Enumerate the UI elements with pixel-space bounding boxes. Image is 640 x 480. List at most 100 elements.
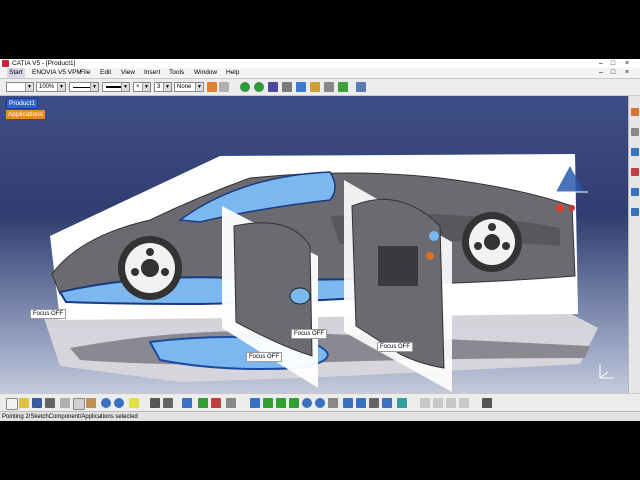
layer-none-combo[interactable]: None ▼	[174, 82, 204, 92]
menu-insert[interactable]: Insert	[144, 68, 160, 78]
status-message: Pointing 2/SketchComponent/Applications …	[2, 414, 138, 420]
standard-toolbar	[0, 393, 640, 412]
knowledge-icon[interactable]	[356, 82, 366, 92]
chevron-down-icon[interactable]: ▼	[25, 83, 33, 91]
snap-icon[interactable]	[268, 82, 278, 92]
menu-enovia[interactable]: ENOVIA V5 VPM	[32, 68, 82, 78]
existing-component-icon[interactable]	[226, 398, 236, 408]
paste-icon[interactable]	[86, 398, 96, 408]
menu-view[interactable]: View	[121, 68, 135, 78]
measure-icon[interactable]	[282, 82, 292, 92]
product-icon[interactable]	[182, 398, 192, 408]
copy-icon[interactable]	[73, 398, 85, 410]
comment-icon[interactable]	[163, 398, 173, 408]
scene-icon[interactable]	[631, 208, 639, 216]
line-weight-value: 3	[157, 84, 161, 90]
move-icon[interactable]	[254, 82, 264, 92]
menu-help[interactable]: Help	[226, 68, 239, 78]
menu-bar: Start ENOVIA V5 VPM File Edit View Inser…	[0, 68, 640, 79]
point-combo[interactable]: × ▼	[133, 82, 151, 92]
sketcher-icon[interactable]	[631, 128, 639, 136]
swap-space-icon[interactable]	[382, 398, 392, 408]
line-sample	[73, 87, 91, 88]
close-button[interactable]: ×	[622, 59, 632, 68]
constraint-tool-icon[interactable]	[631, 168, 639, 176]
front-wheel	[462, 212, 522, 272]
pan-icon[interactable]	[240, 82, 250, 92]
rotate-icon[interactable]	[289, 398, 299, 408]
format-painter-icon[interactable]	[207, 82, 217, 92]
formula-icon[interactable]	[150, 398, 160, 408]
menu-edit[interactable]: Edit	[100, 68, 111, 78]
iso-view-icon[interactable]	[343, 398, 353, 408]
menu-file[interactable]: File	[80, 68, 90, 78]
chevron-down-icon[interactable]: ▼	[121, 83, 129, 91]
tree-root-product1[interactable]: Product1	[6, 98, 39, 109]
save-icon[interactable]	[32, 398, 42, 408]
doc-minimize-button[interactable]: –	[596, 68, 606, 78]
thickness-combo[interactable]: ▼	[102, 82, 130, 92]
chevron-down-icon[interactable]: ▼	[57, 83, 65, 91]
window-title: CATIA V5 - [Product1]	[12, 60, 76, 67]
focus-label: Focus OFF	[377, 342, 414, 352]
layer-combo[interactable]: ▼	[6, 82, 34, 92]
whats-this-icon[interactable]	[129, 398, 139, 408]
tree-node-applications[interactable]: Applications	[6, 110, 46, 119]
print-icon[interactable]	[45, 398, 55, 408]
doc-restore-button[interactable]: □	[608, 68, 618, 78]
fly-mode-icon[interactable]	[250, 398, 260, 408]
component-icon[interactable]	[198, 398, 208, 408]
linetype-combo[interactable]: ▼	[69, 82, 99, 92]
chevron-down-icon[interactable]: ▼	[90, 83, 98, 91]
car-sketch-planes	[44, 154, 614, 392]
analysis-icon[interactable]	[296, 82, 306, 92]
part-icon[interactable]	[211, 398, 221, 408]
workbench-icon[interactable]	[631, 108, 639, 116]
update-icon[interactable]	[338, 82, 348, 92]
explode-icon[interactable]	[631, 188, 639, 196]
constraint-icon[interactable]	[324, 82, 334, 92]
normal-view-icon[interactable]	[328, 398, 338, 408]
front-indicator	[426, 252, 434, 260]
zoom-combo[interactable]: 100% ▼	[36, 82, 66, 92]
assembly-icon[interactable]	[631, 148, 639, 156]
disabled-tool-icon	[446, 398, 456, 408]
catia-logo-icon	[2, 60, 9, 67]
properties-icon[interactable]	[219, 82, 229, 92]
pan-view-icon[interactable]	[276, 398, 286, 408]
maximize-button[interactable]: □	[608, 59, 618, 68]
chevron-down-icon[interactable]: ▼	[142, 83, 150, 91]
redo-icon[interactable]	[114, 398, 124, 408]
axis-triad-icon	[599, 364, 614, 379]
chevron-down-icon[interactable]: ▼	[163, 83, 171, 91]
zoom-in-icon[interactable]	[302, 398, 312, 408]
undo-icon[interactable]	[101, 398, 111, 408]
rear-light	[289, 287, 311, 305]
chevron-down-icon[interactable]: ▼	[195, 83, 203, 91]
cut-icon[interactable]	[60, 398, 70, 408]
minimize-button[interactable]: –	[596, 59, 606, 68]
render-style-icon[interactable]	[356, 398, 366, 408]
apply-material-icon[interactable]	[397, 398, 407, 408]
menu-start[interactable]: Start	[7, 68, 25, 78]
menu-tools[interactable]: Tools	[169, 68, 184, 78]
zoom-value: 100%	[39, 84, 55, 90]
point-cross-icon: ×	[136, 84, 140, 90]
catia-window: CATIA V5 - [Product1] – □ × Start ENOVIA…	[0, 59, 640, 421]
hide-show-icon[interactable]	[369, 398, 379, 408]
catalog-icon[interactable]	[310, 82, 320, 92]
camera-icon[interactable]	[482, 398, 492, 408]
tail-light	[556, 204, 564, 212]
thickness-sample	[106, 86, 122, 88]
zoom-out-icon[interactable]	[315, 398, 325, 408]
focus-label: Focus OFF	[246, 352, 283, 362]
fit-all-icon[interactable]	[263, 398, 273, 408]
line-weight-combo[interactable]: 3 ▼	[154, 82, 172, 92]
disabled-tool-icon	[433, 398, 443, 408]
focus-label: Focus OFF	[30, 309, 67, 319]
menu-window[interactable]: Window	[194, 68, 217, 78]
3d-viewport[interactable]: Product1 Applications Focus OFF Focus OF…	[0, 96, 628, 393]
doc-close-button[interactable]: ×	[622, 68, 632, 78]
new-file-icon[interactable]	[6, 398, 18, 410]
open-file-icon[interactable]	[19, 398, 29, 408]
